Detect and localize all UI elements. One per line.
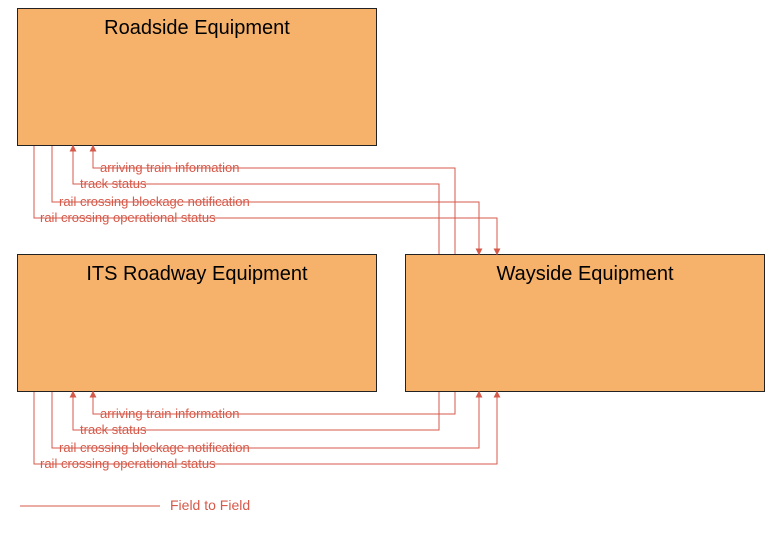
flow-label: arriving train information: [100, 406, 239, 421]
flow-label: track status: [80, 176, 146, 191]
flow-label: arriving train information: [100, 160, 239, 175]
its-roadway-equipment-title: ITS Roadway Equipment: [18, 263, 376, 286]
legend-label: Field to Field: [170, 497, 250, 513]
roadside-equipment-node: Roadside Equipment: [17, 8, 377, 146]
roadside-equipment-title: Roadside Equipment: [18, 17, 376, 40]
wayside-equipment-node: Wayside Equipment: [405, 254, 765, 392]
flow-label: track status: [80, 422, 146, 437]
flow-label: rail crossing blockage notification: [59, 194, 250, 209]
flow-label: rail crossing blockage notification: [59, 440, 250, 455]
flow-label: rail crossing operational status: [40, 210, 216, 225]
its-roadway-equipment-node: ITS Roadway Equipment: [17, 254, 377, 392]
flow-label: rail crossing operational status: [40, 456, 216, 471]
wayside-equipment-title: Wayside Equipment: [406, 263, 764, 286]
